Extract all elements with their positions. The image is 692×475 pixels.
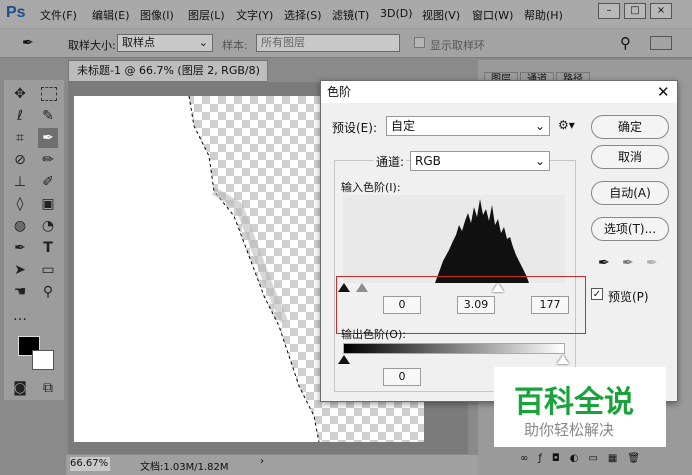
menu-file[interactable]: 文件(F): [40, 7, 77, 23]
menu-filter[interactable]: 滤镜(T): [332, 7, 369, 23]
preview-checkbox[interactable]: ✓: [591, 288, 603, 300]
show-ring-checkbox[interactable]: [414, 37, 425, 48]
photoshop-logo: Ps: [6, 4, 26, 21]
output-levels-label: 输出色阶(O):: [341, 328, 406, 341]
zoom-level[interactable]: 66.67%: [70, 457, 110, 471]
preset-options-gear-icon[interactable]: ⚙▾: [558, 118, 575, 132]
output-black-field[interactable]: 0: [383, 368, 421, 386]
more-tools-icon[interactable]: …: [10, 306, 30, 326]
cancel-button[interactable]: 取消: [591, 145, 669, 169]
quick-select-tool-icon[interactable]: ✎: [38, 106, 58, 126]
screen-mode-icon[interactable]: ⧉: [38, 378, 58, 398]
sample-label: 样本:: [222, 39, 248, 52]
pen-tool-icon[interactable]: ✒: [10, 238, 30, 258]
show-ring-label: 显示取样环: [430, 39, 485, 52]
histogram: [343, 195, 565, 283]
chevron-down-icon: ⌄: [534, 119, 545, 133]
workspace-icon[interactable]: [650, 36, 672, 50]
sample-size-label: 取样大小:: [68, 39, 116, 52]
minimize-button[interactable]: –: [598, 3, 620, 19]
input-levels-label: 输入色阶(I):: [341, 181, 401, 194]
channel-label: 通道:: [374, 153, 407, 170]
ok-button[interactable]: 确定: [591, 115, 669, 139]
path-select-tool-icon[interactable]: ➤: [10, 260, 30, 280]
chevron-down-icon: ⌄: [198, 36, 208, 49]
eraser-tool-icon[interactable]: ◊: [10, 194, 30, 214]
maximize-button[interactable]: □: [624, 3, 646, 19]
search-icon[interactable]: ⚲: [620, 34, 631, 52]
gradient-tool-icon[interactable]: ▣: [38, 194, 58, 214]
menu-window[interactable]: 窗口(W): [472, 7, 513, 23]
preset-select[interactable]: 自定 ⌄: [386, 116, 550, 136]
hand-tool-icon[interactable]: ☚: [10, 282, 30, 302]
sample-size-select[interactable]: 取样点 ⌄: [117, 34, 213, 52]
menu-3d[interactable]: 3D(D): [380, 7, 413, 20]
output-black-slider[interactable]: [338, 355, 350, 364]
output-gradient: [343, 343, 565, 354]
watermark-title: 百科全说: [514, 385, 634, 420]
watermark-subtitle: 助你轻松解决: [524, 421, 615, 439]
menu-layer[interactable]: 图层(L): [188, 7, 225, 23]
menu-type[interactable]: 文字(Y): [236, 7, 273, 23]
menu-view[interactable]: 视图(V): [422, 7, 460, 23]
close-app-button[interactable]: ×: [650, 3, 672, 19]
lasso-tool-icon[interactable]: ℓ: [10, 106, 30, 126]
menu-help[interactable]: 帮助(H): [524, 7, 563, 23]
brush-tool-icon[interactable]: ✏: [38, 150, 58, 170]
white-eyedropper-icon[interactable]: ✒: [646, 255, 658, 271]
healing-brush-icon[interactable]: ⊘: [10, 150, 30, 170]
black-eyedropper-icon[interactable]: ✒: [598, 255, 610, 271]
history-brush-icon[interactable]: ✐: [38, 172, 58, 192]
move-tool-icon[interactable]: ✥: [10, 84, 30, 104]
type-tool-icon[interactable]: T: [38, 238, 58, 258]
menu-select[interactable]: 选择(S): [284, 7, 322, 23]
gray-eyedropper-icon[interactable]: ✒: [622, 255, 634, 271]
dodge-tool-icon[interactable]: ◔: [38, 216, 58, 236]
background-color-swatch[interactable]: [32, 350, 54, 370]
close-icon[interactable]: ✕: [657, 83, 670, 101]
marquee-tool-icon[interactable]: [41, 87, 57, 101]
dialog-title: 色阶: [321, 81, 677, 103]
eyedropper-tool-preset-icon[interactable]: ✒: [22, 35, 34, 51]
channel-select[interactable]: RGB ⌄: [410, 151, 550, 171]
preset-label: 预设(E):: [332, 121, 377, 135]
blur-tool-icon[interactable]: ◍: [10, 216, 30, 236]
auto-button[interactable]: 自动(A): [591, 181, 669, 205]
watermark: 百科全说 助你轻松解决: [494, 367, 666, 447]
quick-mask-icon[interactable]: ◙: [10, 378, 30, 398]
rectangle-tool-icon[interactable]: ▭: [38, 260, 58, 280]
status-menu-arrow-icon[interactable]: ›: [260, 456, 264, 467]
eyedropper-tool-icon[interactable]: ✒: [38, 128, 58, 148]
zoom-tool-icon[interactable]: ⚲: [38, 282, 58, 302]
sample-select[interactable]: 所有图层: [256, 34, 400, 52]
preview-label: 预览(P): [608, 290, 649, 304]
document-tab[interactable]: 未标题-1 @ 66.7% (图层 2, RGB/8) *: [68, 60, 268, 97]
layer-actions-icons[interactable]: ∞ƒ◘◐▭▦🗑: [520, 453, 650, 464]
output-white-slider[interactable]: [557, 355, 569, 364]
clone-stamp-icon[interactable]: ⊥: [10, 172, 30, 192]
menu-edit[interactable]: 编辑(E): [92, 7, 130, 23]
chevron-down-icon: ⌄: [534, 154, 545, 168]
status-bar: [66, 455, 496, 475]
crop-tool-icon[interactable]: ⌗: [10, 128, 30, 148]
options-button[interactable]: 选项(T)...: [591, 217, 669, 241]
menu-image[interactable]: 图像(I): [140, 7, 174, 23]
doc-info: 文档:1.03M/1.82M: [140, 462, 229, 473]
